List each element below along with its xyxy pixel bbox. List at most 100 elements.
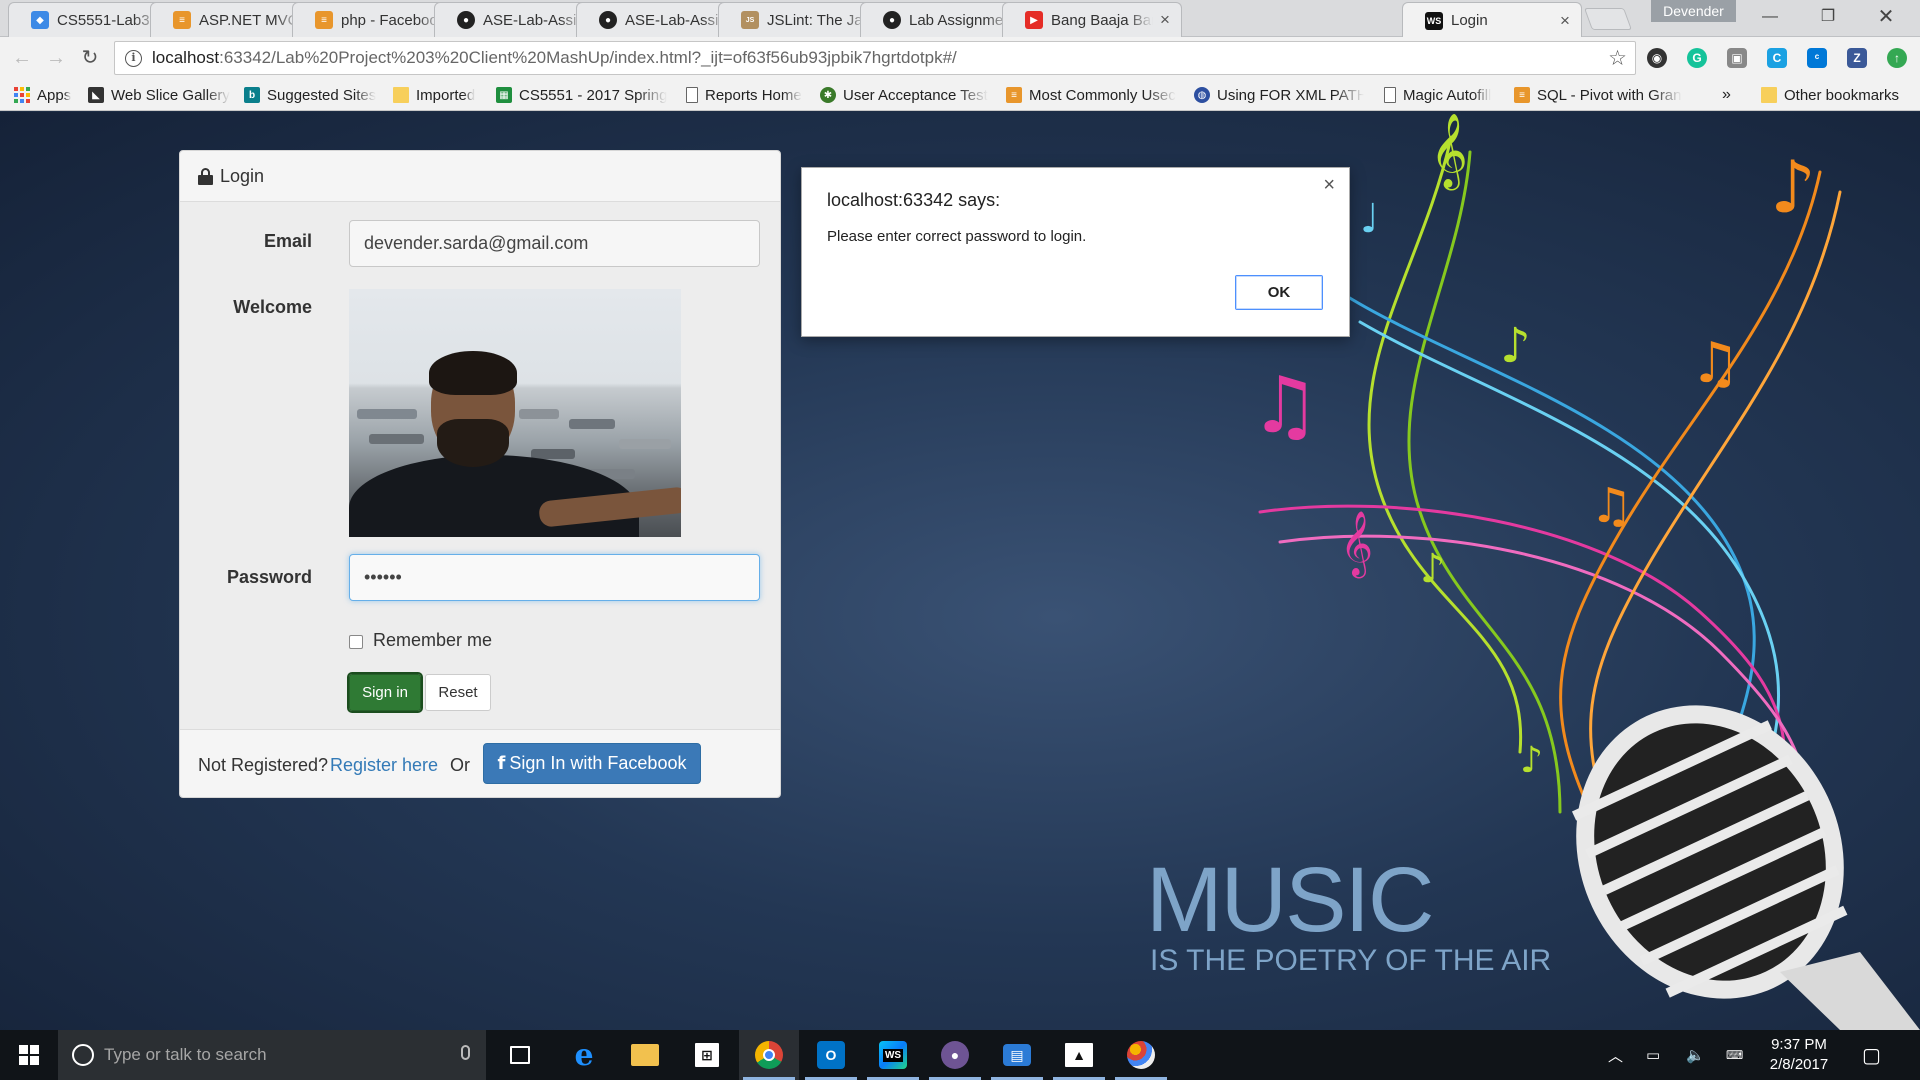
lock-icon [198, 167, 213, 185]
background-title: MUSIC [1146, 849, 1434, 951]
facebook-sign-in-button[interactable]: f Sign In with Facebook [483, 743, 701, 784]
bookmark-item[interactable]: Reports Home [686, 85, 802, 105]
background-subtitle: IS THE POETRY OF THE AIR [1150, 944, 1552, 977]
webstorm-icon[interactable]: WS [863, 1030, 923, 1080]
file-explorer-icon[interactable] [615, 1030, 675, 1080]
bookmark-star-icon[interactable]: ☆ [1608, 46, 1627, 71]
outlook-glyph: O [817, 1041, 845, 1069]
task-view-icon[interactable] [490, 1030, 550, 1080]
store-icon[interactable]: ⊞ [677, 1030, 737, 1080]
chrome-icon[interactable] [739, 1030, 799, 1080]
tab-close-icon[interactable]: × [1157, 10, 1173, 30]
extension-icon[interactable]: ◉ [1647, 48, 1667, 68]
reload-icon[interactable]: ↻ [78, 46, 102, 70]
bookmark-label: Reports Home [705, 86, 802, 104]
github-icon: ● [883, 11, 901, 29]
stackoverflow-icon: ≡ [315, 11, 333, 29]
bookmarks-bar: Apps ◣ Web Slice Gallery b Suggested Sit… [0, 79, 1920, 111]
new-tab-button[interactable] [1583, 8, 1633, 30]
url-host: localhost [152, 48, 220, 67]
browser-tab[interactable]: ▶ Bang Baaja Bar × [1002, 2, 1182, 37]
music-note-icon: ♫ [1690, 331, 1740, 396]
action-center-icon[interactable]: ▢ [1862, 1030, 1881, 1080]
back-icon[interactable]: ← [10, 46, 34, 70]
update-icon[interactable]: ↑ [1887, 48, 1907, 68]
github-glyph: ● [941, 1041, 969, 1069]
site-info-icon[interactable]: i [125, 49, 142, 67]
address-bar[interactable]: i localhost:63342/Lab%20Project%203%20Cl… [114, 41, 1636, 75]
bookmark-apps[interactable]: Apps [14, 85, 71, 105]
tab-label: Lab Assignmen [909, 11, 1011, 29]
reset-button[interactable]: Reset [425, 674, 491, 711]
tab-label: php - Facebook [341, 11, 443, 29]
tab-label: Login [1451, 12, 1488, 29]
remember-me-label[interactable]: Remember me [373, 630, 492, 651]
folder-icon [393, 87, 409, 103]
welcome-label: Welcome [233, 297, 312, 317]
folder-glyph [631, 1044, 659, 1066]
alert-ok-button[interactable]: OK [1235, 275, 1323, 310]
bookmark-label: SQL - Pivot with Gran [1537, 86, 1682, 104]
cortana-search-box[interactable]: Type or talk to search [58, 1030, 486, 1080]
bookmark-item[interactable]: ▦ CS5551 - 2017 Spring [496, 85, 667, 105]
forward-icon[interactable]: → [44, 46, 68, 70]
music-note-icon: ♫ [1590, 478, 1633, 534]
profile-button[interactable]: Devender [1651, 0, 1736, 22]
keyboard-icon[interactable]: ⌨ [1726, 1030, 1743, 1080]
bookmark-item[interactable]: ◣ Web Slice Gallery [88, 85, 230, 105]
email-field[interactable]: devender.sarda@gmail.com [349, 220, 760, 267]
browser-tab-active[interactable]: WS Login × [1402, 2, 1582, 38]
microphone-icon[interactable] [461, 1045, 470, 1060]
mobile-app-icon[interactable]: ▤ [987, 1030, 1047, 1080]
bookmark-label: Suggested Sites [267, 86, 377, 104]
more-bookmarks-button[interactable]: » [1722, 85, 1731, 105]
battery-icon[interactable]: ▭ [1646, 1030, 1660, 1080]
youtube-icon: ▶ [1025, 11, 1043, 29]
other-bookmarks-folder[interactable]: Other bookmarks [1761, 85, 1899, 105]
alert-close-icon[interactable]: × [1323, 174, 1335, 197]
bookmark-item[interactable]: ◍ Using FOR XML PATH [1194, 85, 1364, 105]
grammarly-icon[interactable]: G [1687, 48, 1707, 68]
outlook-icon[interactable]: O [801, 1030, 861, 1080]
extension-icon[interactable]: C [1767, 48, 1787, 68]
bookmark-item[interactable]: ✱ User Acceptance Testi [820, 85, 988, 105]
password-field[interactable]: •••••• [349, 554, 760, 601]
bookmark-item[interactable]: ≡ Most Commonly Usec [1006, 85, 1176, 105]
bookmark-item[interactable]: Magic Autofill [1384, 85, 1491, 105]
bookmark-label: CS5551 - 2017 Spring [519, 86, 668, 104]
extension-icon[interactable]: ▣ [1727, 48, 1747, 68]
start-button[interactable] [0, 1030, 58, 1080]
tab-label: ASP.NET MVC 6 [199, 11, 301, 29]
bookmark-item[interactable]: b Suggested Sites [244, 85, 376, 105]
tab-label: CS5551-Lab3.d [57, 11, 159, 29]
clock-time: 9:37 PM [1771, 1036, 1827, 1053]
web-slice-icon: ◣ [88, 87, 104, 103]
restore-icon[interactable]: ❐ [1799, 0, 1857, 34]
edge-glyph: e [574, 1037, 594, 1073]
close-window-icon[interactable]: ✕ [1857, 0, 1915, 34]
github-desktop-icon[interactable]: ● [925, 1030, 985, 1080]
extension-icon[interactable]: ᶜ [1807, 48, 1827, 68]
page-icon [1384, 87, 1396, 103]
show-hidden-icons[interactable]: ︿ [1608, 1030, 1623, 1080]
extension-icon[interactable]: Z [1847, 48, 1867, 68]
login-panel-footer: Not Registered? Register here Or f Sign … [180, 729, 780, 797]
url-text: localhost:63342/Lab%20Project%203%20Clie… [152, 48, 957, 68]
bookmark-item[interactable]: ≡ SQL - Pivot with Gran [1514, 85, 1682, 105]
minimize-icon[interactable]: — [1741, 0, 1799, 34]
store-glyph: ⊞ [695, 1043, 719, 1067]
edge-icon[interactable]: e [554, 1030, 614, 1080]
paint-icon[interactable] [1111, 1030, 1171, 1080]
remember-me-checkbox[interactable] [349, 635, 363, 649]
sign-in-button[interactable]: Sign in [347, 672, 423, 713]
login-panel: Login Email devender.sarda@gmail.com Wel… [179, 150, 781, 798]
music-note-icon: ♩ [1360, 196, 1379, 242]
tab-label: Bang Baaja Bar [1051, 11, 1153, 29]
volume-icon[interactable]: 🔈 [1686, 1030, 1705, 1080]
bookmark-folder[interactable]: Imported [393, 85, 475, 105]
system-clock[interactable]: 9:37 PM 2/8/2017 [1754, 1035, 1844, 1075]
browser-tab-strip: ◆ CS5551-Lab3.d × ≡ ASP.NET MVC 6 × ≡ ph… [0, 0, 1920, 38]
photos-icon[interactable]: ▲ [1049, 1030, 1109, 1080]
tab-close-icon[interactable]: × [1557, 11, 1573, 31]
register-link[interactable]: Register here [330, 755, 438, 776]
